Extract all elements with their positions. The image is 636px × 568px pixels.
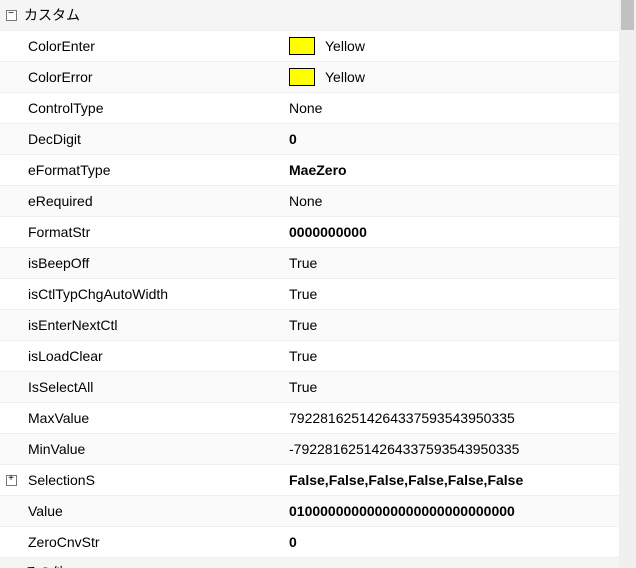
property-row-value[interactable]: Value 01000000000000000000000000000: [0, 496, 619, 527]
property-value[interactable]: -79228162514264337593543950335: [285, 441, 619, 457]
property-row-isCtlTypChgAutoWidth[interactable]: isCtlTypChgAutoWidth True: [0, 279, 619, 310]
property-name: ControlType: [22, 100, 285, 116]
property-name: ZeroCnvStr: [22, 534, 285, 550]
property-value[interactable]: False,False,False,False,False,False: [285, 472, 619, 488]
property-row-isLoadClear[interactable]: isLoadClear True: [0, 341, 619, 372]
property-value[interactable]: True: [285, 317, 619, 333]
property-row-isBeepOff[interactable]: isBeepOff True: [0, 248, 619, 279]
property-value[interactable]: True: [285, 255, 619, 271]
property-row-controlType[interactable]: ControlType None: [0, 93, 619, 124]
property-row-maxValue[interactable]: MaxValue 79228162514264337593543950335: [0, 403, 619, 434]
scrollbar-thumb[interactable]: [621, 0, 634, 30]
property-name: IsSelectAll: [22, 379, 285, 395]
property-name: MinValue: [22, 441, 285, 457]
property-name: SelectionS: [22, 472, 285, 488]
property-name: DecDigit: [22, 131, 285, 147]
property-value[interactable]: True: [285, 348, 619, 364]
property-value[interactable]: Yellow: [285, 68, 619, 86]
property-name: MaxValue: [22, 410, 285, 426]
property-name: ColorEnter: [22, 38, 285, 54]
property-name: isEnterNextCtl: [22, 317, 285, 333]
property-name: isLoadClear: [22, 348, 285, 364]
property-row-formatStr[interactable]: FormatStr 0000000000: [0, 217, 619, 248]
property-value[interactable]: Yellow: [285, 37, 619, 55]
property-value[interactable]: None: [285, 193, 619, 209]
property-row-minValue[interactable]: MinValue -79228162514264337593543950335: [0, 434, 619, 465]
property-row-eRequired[interactable]: eRequired None: [0, 186, 619, 217]
property-grid-container: − カスタム ColorEnter Yellow ColorError Yell…: [0, 0, 636, 568]
property-row-isSelectAll[interactable]: IsSelectAll True: [0, 372, 619, 403]
property-value[interactable]: 0: [285, 534, 619, 550]
property-row-eFormatType[interactable]: eFormatType MaeZero: [0, 155, 619, 186]
vertical-scrollbar[interactable]: [619, 0, 636, 568]
property-name: FormatStr: [22, 224, 285, 240]
property-row-colorEnter[interactable]: ColorEnter Yellow: [0, 31, 619, 62]
property-value[interactable]: 79228162514264337593543950335: [285, 410, 619, 426]
property-name: isCtlTypChgAutoWidth: [22, 286, 285, 302]
property-value[interactable]: True: [285, 286, 619, 302]
category-row-other[interactable]: − その他: [0, 558, 619, 568]
color-swatch: [289, 68, 315, 86]
property-name: eRequired: [22, 193, 285, 209]
color-swatch: [289, 37, 315, 55]
property-value[interactable]: MaeZero: [285, 162, 619, 178]
property-row-zeroCnvStr[interactable]: ZeroCnvStr 0: [0, 527, 619, 558]
property-value[interactable]: 01000000000000000000000000000: [285, 503, 619, 519]
property-value[interactable]: 0: [285, 131, 619, 147]
category-label: カスタム: [22, 5, 285, 25]
property-value[interactable]: 0000000000: [285, 224, 619, 240]
property-row-selectionS[interactable]: + SelectionS False,False,False,False,Fal…: [0, 465, 619, 496]
property-name: eFormatType: [22, 162, 285, 178]
collapse-icon[interactable]: −: [6, 10, 17, 21]
property-name: ColorError: [22, 69, 285, 85]
property-name: Value: [22, 503, 285, 519]
category-label: その他: [22, 563, 285, 568]
property-row-decDigit[interactable]: DecDigit 0: [0, 124, 619, 155]
property-grid: − カスタム ColorEnter Yellow ColorError Yell…: [0, 0, 619, 568]
property-value[interactable]: None: [285, 100, 619, 116]
property-row-isEnterNextCtl[interactable]: isEnterNextCtl True: [0, 310, 619, 341]
property-value[interactable]: True: [285, 379, 619, 395]
expand-icon[interactable]: +: [6, 475, 17, 486]
property-name: isBeepOff: [22, 255, 285, 271]
category-row-custom[interactable]: − カスタム: [0, 0, 619, 31]
property-row-colorError[interactable]: ColorError Yellow: [0, 62, 619, 93]
